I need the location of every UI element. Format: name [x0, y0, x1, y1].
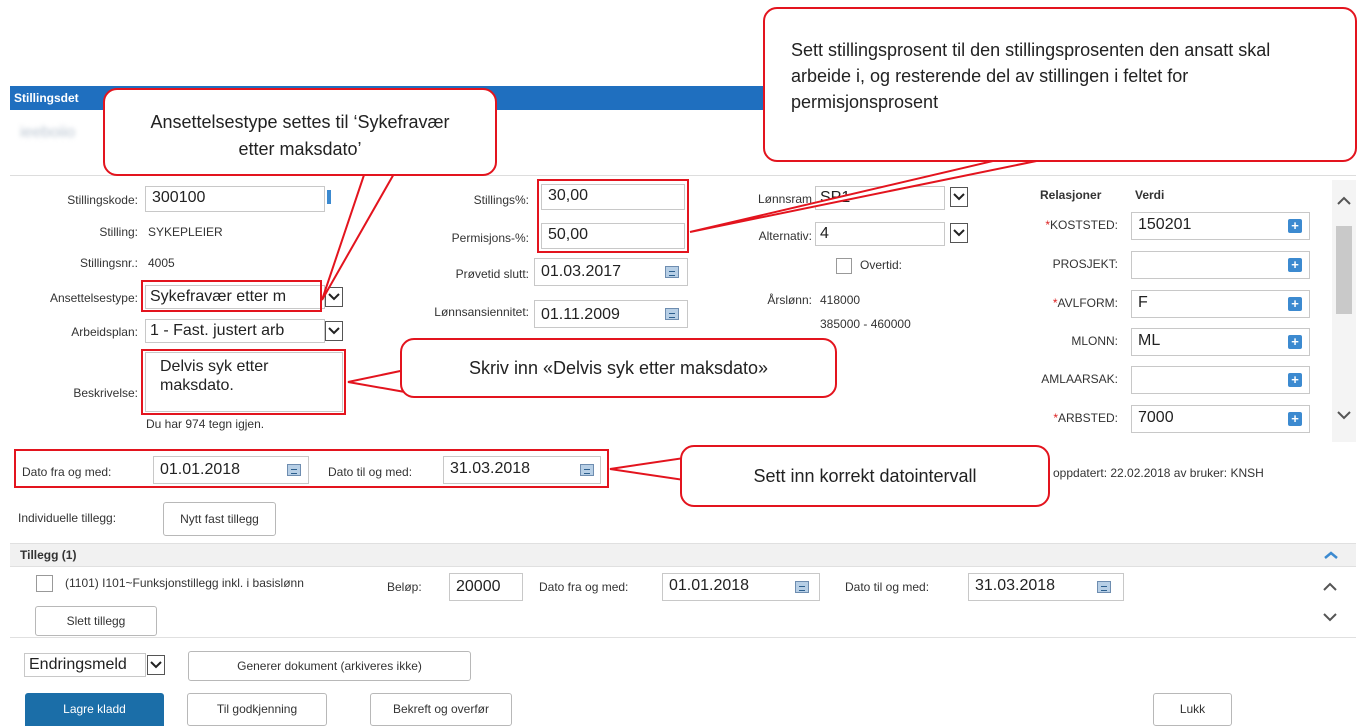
callout-stillingsprosent: Sett stillingsprosent til den stillingsp… — [763, 7, 1357, 162]
callout-beskrivelse: Skriv inn «Delvis syk etter maksdato» — [400, 338, 837, 398]
callout-datointervall: Sett inn korrekt datointervall — [680, 445, 1050, 507]
callout-ansettelsestype: Ansettelsestype settes til ‘Sykefravær e… — [103, 88, 497, 176]
